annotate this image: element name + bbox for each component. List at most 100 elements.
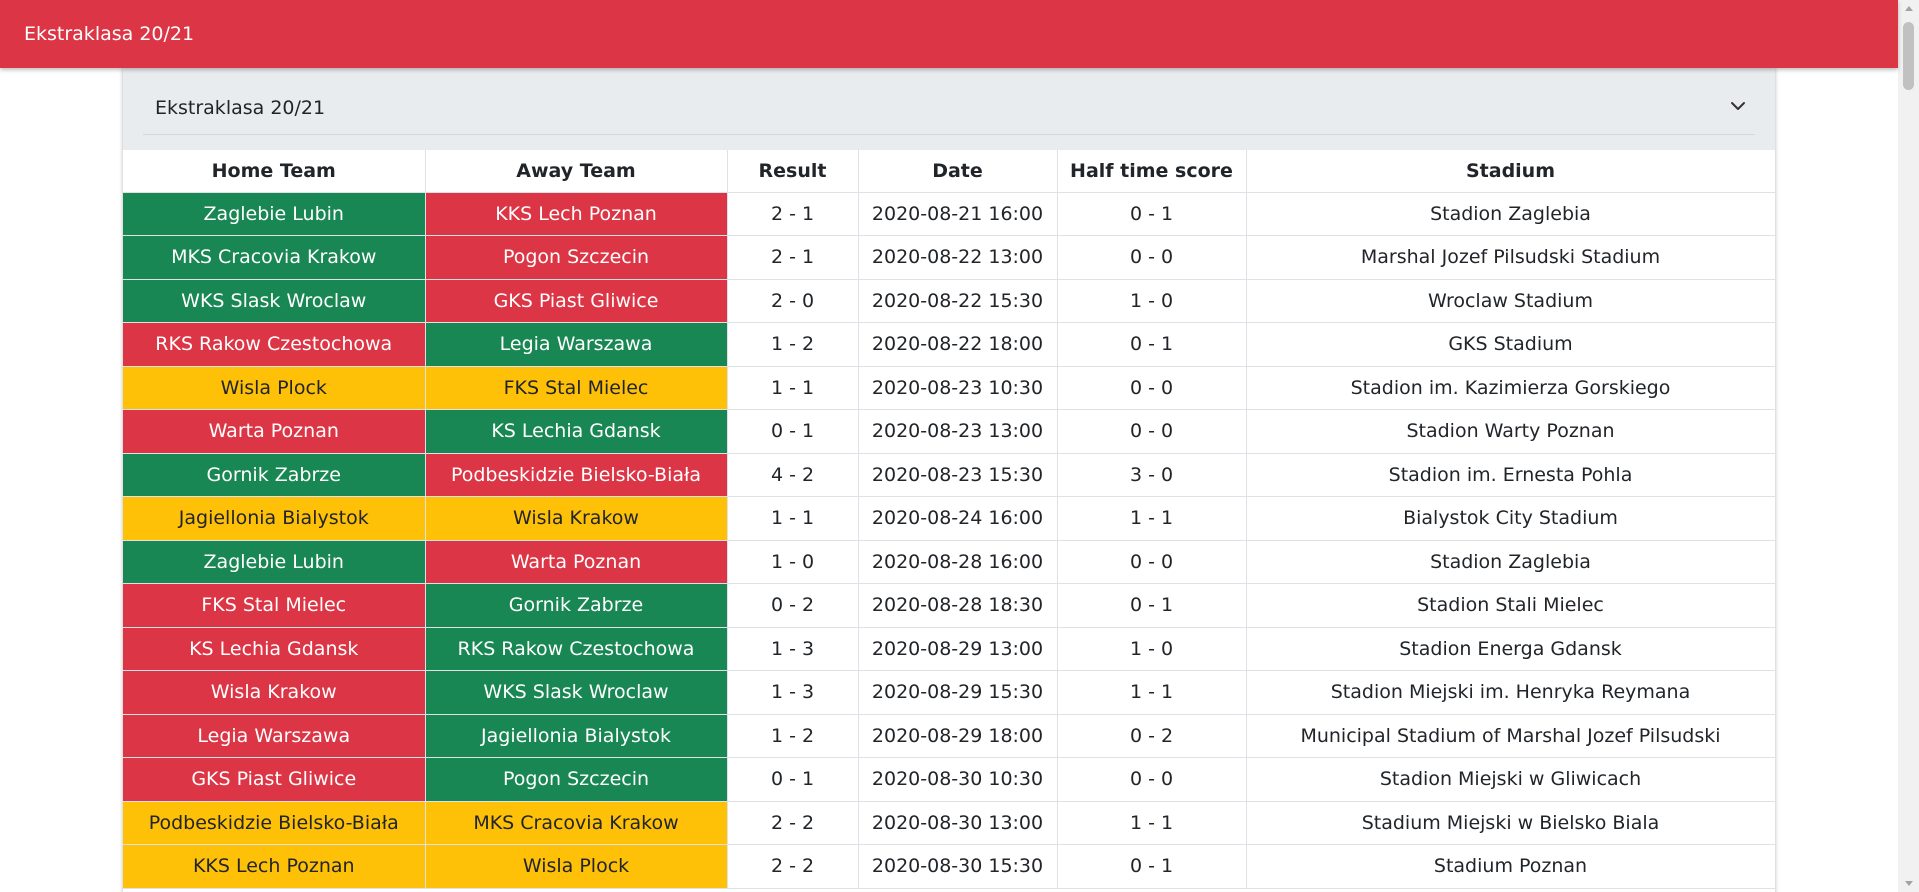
date-cell: 2020-08-28 18:30 [858,583,1058,628]
vertical-scrollbar[interactable] [1898,0,1919,892]
table-header-row: Home Team Away Team Result Date Half tim… [123,150,1775,193]
stadium-cell: Stadion Warty Poznan [1246,409,1775,454]
stadium-cell: Stadion Miejski w Gliwicach [1246,757,1775,802]
scroll-down-arrow-icon[interactable] [1905,881,1913,886]
column-header-away-team[interactable]: Away Team [425,150,728,193]
half-time-score-cell: 0 - 0 [1057,540,1247,584]
results-table: Home Team Away Team Result Date Half tim… [123,150,1775,889]
result-cell: 1 - 3 [727,670,859,715]
date-cell: 2020-08-22 15:30 [858,279,1058,323]
stadium-cell: Stadion Energa Gdansk [1246,627,1775,671]
card-header[interactable]: Ekstraklasa 20/21 [123,68,1775,150]
column-header-result[interactable]: Result [727,150,859,193]
table-row: Warta Poznan KS Lechia Gdansk 0 - 1 2020-08… [123,409,1775,454]
table-row: FKS Stal Mielec Gornik Zabrze 0 - 2 2020-08… [123,583,1775,628]
table-row: MKS Cracovia Krakow Pogon Szczecin 2 - 1 20… [123,235,1775,280]
date-cell: 2020-08-30 13:00 [858,801,1058,845]
away-team-cell: KS Lechia Gdansk [425,409,728,454]
date-cell: 2020-08-22 18:00 [858,322,1058,367]
home-team-cell: FKS Stal Mielec [123,583,426,628]
stadium-cell: Municipal Stadium of Marshal Jozef Pilsu… [1246,714,1775,758]
half-time-score-cell: 0 - 0 [1057,409,1247,454]
results-card: Ekstraklasa 20/21 Home Team Away Team Re… [123,68,1775,892]
away-team-cell: Pogon Szczecin [425,235,728,280]
home-team-cell: Wisla Plock [123,366,426,410]
half-time-score-cell: 1 - 1 [1057,670,1247,715]
date-cell: 2020-08-23 13:00 [858,409,1058,454]
home-team-cell: KKS Lech Poznan [123,844,426,889]
home-team-cell: GKS Piast Gliwice [123,757,426,802]
table-row: Wisla Krakow WKS Slask Wroclaw 1 - 3 2020-0… [123,670,1775,715]
navbar-brand[interactable]: Ekstraklasa 20/21 [24,0,194,68]
home-team-cell: KS Lechia Gdansk [123,627,426,671]
home-team-cell: Zaglebie Lubin [123,540,426,584]
home-team-cell: Jagiellonia Bialystok [123,496,426,541]
date-cell: 2020-08-29 15:30 [858,670,1058,715]
stadium-cell: Stadium Miejski w Bielsko Biala [1246,801,1775,845]
away-team-cell: Wisla Plock [425,844,728,889]
scrollbar-thumb[interactable] [1903,22,1914,90]
half-time-score-cell: 0 - 2 [1057,714,1247,758]
chevron-down-icon[interactable] [1729,97,1747,115]
result-cell: 2 - 0 [727,279,859,323]
stadium-cell: Wroclaw Stadium [1246,279,1775,323]
date-cell: 2020-08-30 15:30 [858,844,1058,889]
result-cell: 1 - 2 [727,714,859,758]
away-team-cell: FKS Stal Mielec [425,366,728,410]
column-header-date[interactable]: Date [858,150,1058,193]
date-cell: 2020-08-21 16:00 [858,192,1058,236]
result-cell: 4 - 2 [727,453,859,497]
away-team-cell: Gornik Zabrze [425,583,728,628]
away-team-cell: Pogon Szczecin [425,757,728,802]
half-time-score-cell: 1 - 0 [1057,279,1247,323]
away-team-cell: MKS Cracovia Krakow [425,801,728,845]
half-time-score-cell: 1 - 1 [1057,496,1247,541]
navbar: Ekstraklasa 20/21 [0,0,1898,68]
date-cell: 2020-08-30 10:30 [858,757,1058,802]
result-cell: 1 - 3 [727,627,859,671]
half-time-score-cell: 1 - 0 [1057,627,1247,671]
table-row: Podbeskidzie Bielsko-Biała MKS Cracovia K… [123,801,1775,845]
table-row: Legia Warszawa Jagiellonia Bialystok 1 - 2… [123,714,1775,758]
home-team-cell: Wisla Krakow [123,670,426,715]
result-cell: 1 - 1 [727,496,859,541]
result-cell: 2 - 1 [727,192,859,236]
stadium-cell: Stadion Zaglebia [1246,540,1775,584]
date-cell: 2020-08-22 13:00 [858,235,1058,280]
home-team-cell: Warta Poznan [123,409,426,454]
away-team-cell: Jagiellonia Bialystok [425,714,728,758]
table-row: KKS Lech Poznan Wisla Plock 2 - 2 2020-08-3… [123,844,1775,889]
result-cell: 2 - 1 [727,235,859,280]
result-cell: 1 - 1 [727,366,859,410]
date-cell: 2020-08-23 15:30 [858,453,1058,497]
away-team-cell: RKS Rakow Czestochowa [425,627,728,671]
table-row: Wisla Plock FKS Stal Mielec 1 - 1 2020-08-2… [123,366,1775,410]
home-team-cell: WKS Slask Wroclaw [123,279,426,323]
home-team-cell: Zaglebie Lubin [123,192,426,236]
half-time-score-cell: 0 - 0 [1057,757,1247,802]
table-row: GKS Piast Gliwice Pogon Szczecin 0 - 1 2020… [123,757,1775,802]
table-row: Zaglebie Lubin KKS Lech Poznan 2 - 1 2020-0… [123,192,1775,236]
half-time-score-cell: 3 - 0 [1057,453,1247,497]
scroll-up-arrow-icon[interactable] [1905,6,1913,11]
date-cell: 2020-08-29 18:00 [858,714,1058,758]
column-header-stadium[interactable]: Stadium [1246,150,1775,193]
column-header-half-time-score[interactable]: Half time score [1057,150,1247,193]
card-title: Ekstraklasa 20/21 [155,97,326,119]
half-time-score-cell: 1 - 1 [1057,801,1247,845]
away-team-cell: Podbeskidzie Bielsko-Biała [425,453,728,497]
away-team-cell: Wisla Krakow [425,496,728,541]
table-row: Jagiellonia Bialystok Wisla Krakow 1 - 1 20… [123,496,1775,541]
half-time-score-cell: 0 - 1 [1057,322,1247,367]
results-table-body: Zaglebie Lubin KKS Lech Poznan 2 - 1 2020-0… [123,192,1775,889]
column-header-home-team[interactable]: Home Team [123,150,426,193]
half-time-score-cell: 0 - 1 [1057,192,1247,236]
away-team-cell: KKS Lech Poznan [425,192,728,236]
stadium-cell: Bialystok City Stadium [1246,496,1775,541]
table-row: Zaglebie Lubin Warta Poznan 1 - 0 2020-08-2… [123,540,1775,584]
away-team-cell: Legia Warszawa [425,322,728,367]
home-team-cell: Gornik Zabrze [123,453,426,497]
half-time-score-cell: 0 - 1 [1057,583,1247,628]
home-team-cell: MKS Cracovia Krakow [123,235,426,280]
home-team-cell: RKS Rakow Czestochowa [123,322,426,367]
